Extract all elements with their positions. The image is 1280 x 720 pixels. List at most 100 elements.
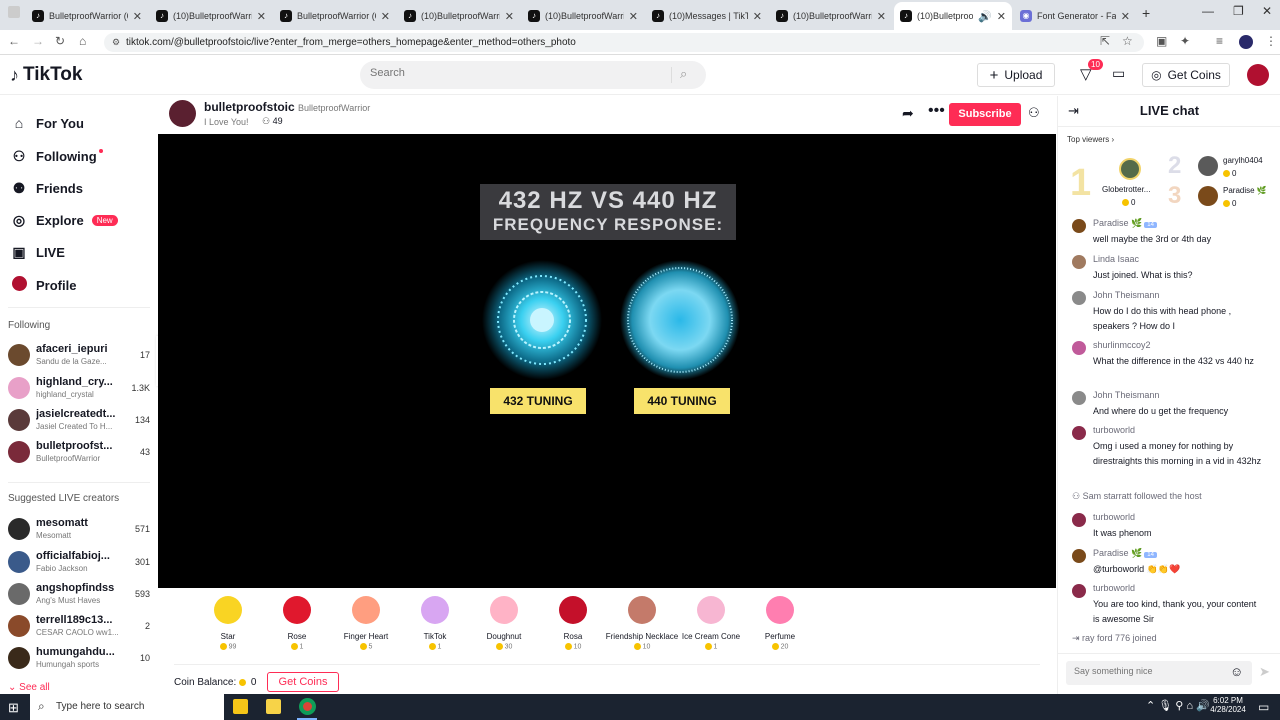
new-tab-button[interactable]: +: [1142, 5, 1150, 21]
close-icon[interactable]: ✕: [257, 10, 266, 23]
search-icon[interactable]: ⌕: [680, 66, 687, 82]
restore-icon[interactable]: ❐: [1233, 4, 1244, 18]
back-icon[interactable]: ←: [8, 34, 20, 48]
nav-for-you[interactable]: ⌂ For You: [10, 111, 84, 135]
speaker-icon[interactable]: 🔊: [978, 10, 992, 23]
gift-item[interactable]: Star 99: [188, 596, 268, 650]
browser-tab-active[interactable]: ♪(10)BulletproofW...🔊✕: [894, 2, 1012, 30]
gift-item[interactable]: Friendship Necklace 10: [602, 596, 682, 650]
close-icon[interactable]: ✕: [381, 10, 390, 23]
gift-item[interactable]: Doughnut 30: [464, 596, 544, 650]
close-icon[interactable]: ✕: [877, 10, 886, 23]
host-username[interactable]: bulletproofstoic BulletproofWarrior: [204, 100, 370, 114]
emoji-icon[interactable]: ☺: [1230, 664, 1243, 679]
browser-tab[interactable]: ♪(10)Messages | TikTok✕: [646, 2, 768, 30]
tray-icons[interactable]: ⌃ 🎙 ⚲ ⌂ 🔊: [1146, 699, 1210, 712]
nav-explore[interactable]: ◎ Explore New: [10, 208, 118, 232]
bookmark-star-icon[interactable]: ☆: [1122, 34, 1133, 48]
suggested-account[interactable]: humungahdu... Humungah sports 10: [8, 645, 150, 673]
share-icon[interactable]: ➦: [902, 105, 914, 122]
following-account[interactable]: afaceri_iepuri Sandu de la Gaze... 17: [8, 342, 150, 370]
avatar: [8, 615, 30, 637]
url-field[interactable]: ⚙ tiktok.com/@bulletproofstoic/live?ente…: [104, 33, 1144, 52]
chat-input[interactable]: [1074, 666, 1224, 676]
extension-icon[interactable]: ▣: [1156, 34, 1167, 48]
suggested-account[interactable]: mesomatt Mesomatt 571: [8, 516, 150, 544]
home-icon[interactable]: ⌂: [79, 34, 86, 48]
chat-message: turboworld It was phenom: [1070, 512, 1270, 542]
file-explorer-icon[interactable]: [233, 699, 248, 714]
nav-live[interactable]: ▣ LIVE: [10, 240, 65, 264]
gift-item[interactable]: Rose 1: [257, 596, 337, 650]
top-viewer-1-avatar[interactable]: [1119, 158, 1141, 180]
suggested-account[interactable]: terrell189c13... CESAR CAOLO ww1... 2: [8, 613, 150, 641]
close-icon[interactable]: ✕: [133, 10, 142, 23]
browser-tab[interactable]: ♪BulletproofWarrior (6...✕: [274, 2, 396, 30]
reload-icon[interactable]: ↻: [55, 34, 65, 48]
avatar: [1072, 219, 1086, 233]
forward-icon[interactable]: →: [32, 34, 44, 48]
close-icon[interactable]: ✕: [1121, 10, 1130, 23]
tiktok-logo[interactable]: ♪ TikTok: [10, 64, 82, 86]
user-avatar[interactable]: [1247, 64, 1269, 86]
open-in-app-icon[interactable]: ⇱: [1100, 34, 1110, 48]
440-tuning-label: 440 TUNING: [634, 388, 730, 414]
taskbar-search-box[interactable]: ⌕ Type here to search: [30, 694, 224, 720]
close-window-icon[interactable]: ✕: [1262, 4, 1272, 18]
gift-item[interactable]: TikTok 1: [395, 596, 475, 650]
close-icon[interactable]: ✕: [753, 10, 762, 23]
notifications-icon[interactable]: ▭: [1258, 700, 1269, 714]
following-account[interactable]: jasielcreatedt... Jasiel Created To H... 1…: [8, 407, 150, 435]
gift-item[interactable]: Perfume 20: [740, 596, 820, 650]
avatar: [8, 409, 30, 431]
gift-item[interactable]: Rosa 10: [533, 596, 613, 650]
more-options-icon[interactable]: •••: [928, 102, 945, 120]
menu-icon[interactable]: ⋮: [1265, 34, 1277, 48]
upload-button[interactable]: + Upload: [977, 63, 1055, 87]
profile-avatar[interactable]: [1239, 35, 1253, 49]
suggested-account[interactable]: officialfabioj... Fabio Jackson 301: [8, 549, 150, 577]
media-icon[interactable]: ≡: [1216, 34, 1223, 48]
host-avatar[interactable]: [169, 100, 196, 127]
top-viewer-3-avatar[interactable]: [1198, 186, 1218, 206]
clock[interactable]: 6:02 PM 4/28/2024: [1208, 696, 1248, 714]
nav-following[interactable]: ⚇ Following: [10, 144, 103, 168]
subscribe-button[interactable]: Subscribe: [949, 103, 1021, 126]
avatar: [1072, 549, 1086, 563]
close-icon[interactable]: ✕: [629, 10, 638, 23]
puzzle-icon[interactable]: ✦: [1180, 34, 1190, 48]
tab-search-icon[interactable]: [8, 6, 20, 18]
search-icon: ⌕: [38, 699, 45, 713]
see-all-link[interactable]: ⌄ See all: [8, 682, 50, 693]
close-icon[interactable]: ✕: [997, 10, 1006, 23]
nav-profile[interactable]: Profile: [10, 273, 76, 297]
browser-tab[interactable]: ♪BulletproofWarrior (6...✕: [26, 2, 148, 30]
site-info-icon[interactable]: ⚙: [112, 33, 120, 52]
following-account[interactable]: bulletproofst... BulletproofWarrior 43: [8, 439, 150, 467]
add-friend-icon[interactable]: ⚇: [1028, 105, 1040, 121]
nav-friends[interactable]: ⚉ Friends: [10, 176, 83, 200]
gift-item[interactable]: Finger Heart 5: [326, 596, 406, 650]
get-coins-button[interactable]: ◎ Get Coins: [1142, 63, 1230, 87]
search-input[interactable]: [370, 67, 660, 79]
432-tuning-label: 432 TUNING: [490, 388, 586, 414]
send-icon[interactable]: ➤: [1259, 664, 1270, 680]
chrome-icon[interactable]: [299, 698, 316, 715]
browser-tab[interactable]: ♪(10)BulletproofWarrio...✕: [770, 2, 892, 30]
gifts-get-coins-button[interactable]: Get Coins: [267, 672, 339, 692]
live-video[interactable]: 432 HZ VS 440 HZ FREQUENCY RESPONSE: 432…: [158, 134, 1056, 588]
suggested-account[interactable]: angshopfindss Ang's Must Haves 593: [8, 581, 150, 609]
browser-tab[interactable]: ♪(10)BulletproofWarrio...✕: [398, 2, 520, 30]
gift-item[interactable]: Ice Cream Cone 1: [671, 596, 751, 650]
windows-start-icon[interactable]: ⊞: [8, 700, 19, 716]
messages-icon[interactable]: ▭: [1112, 65, 1125, 82]
top-viewers-link[interactable]: Top viewers ›: [1067, 135, 1114, 144]
sticky-notes-icon[interactable]: [266, 699, 281, 714]
following-account[interactable]: highland_cry... highland_crystal 1.3K: [8, 375, 150, 403]
minimize-icon[interactable]: —: [1202, 4, 1214, 18]
browser-tab[interactable]: ◉Font Generator - Fan...✕: [1014, 2, 1136, 30]
top-viewer-2-avatar[interactable]: [1198, 156, 1218, 176]
close-icon[interactable]: ✕: [505, 10, 514, 23]
browser-tab[interactable]: ♪(10)BulletproofWarrio...✕: [150, 2, 272, 30]
browser-tab[interactable]: ♪(10)BulletproofWarrio...✕: [522, 2, 644, 30]
